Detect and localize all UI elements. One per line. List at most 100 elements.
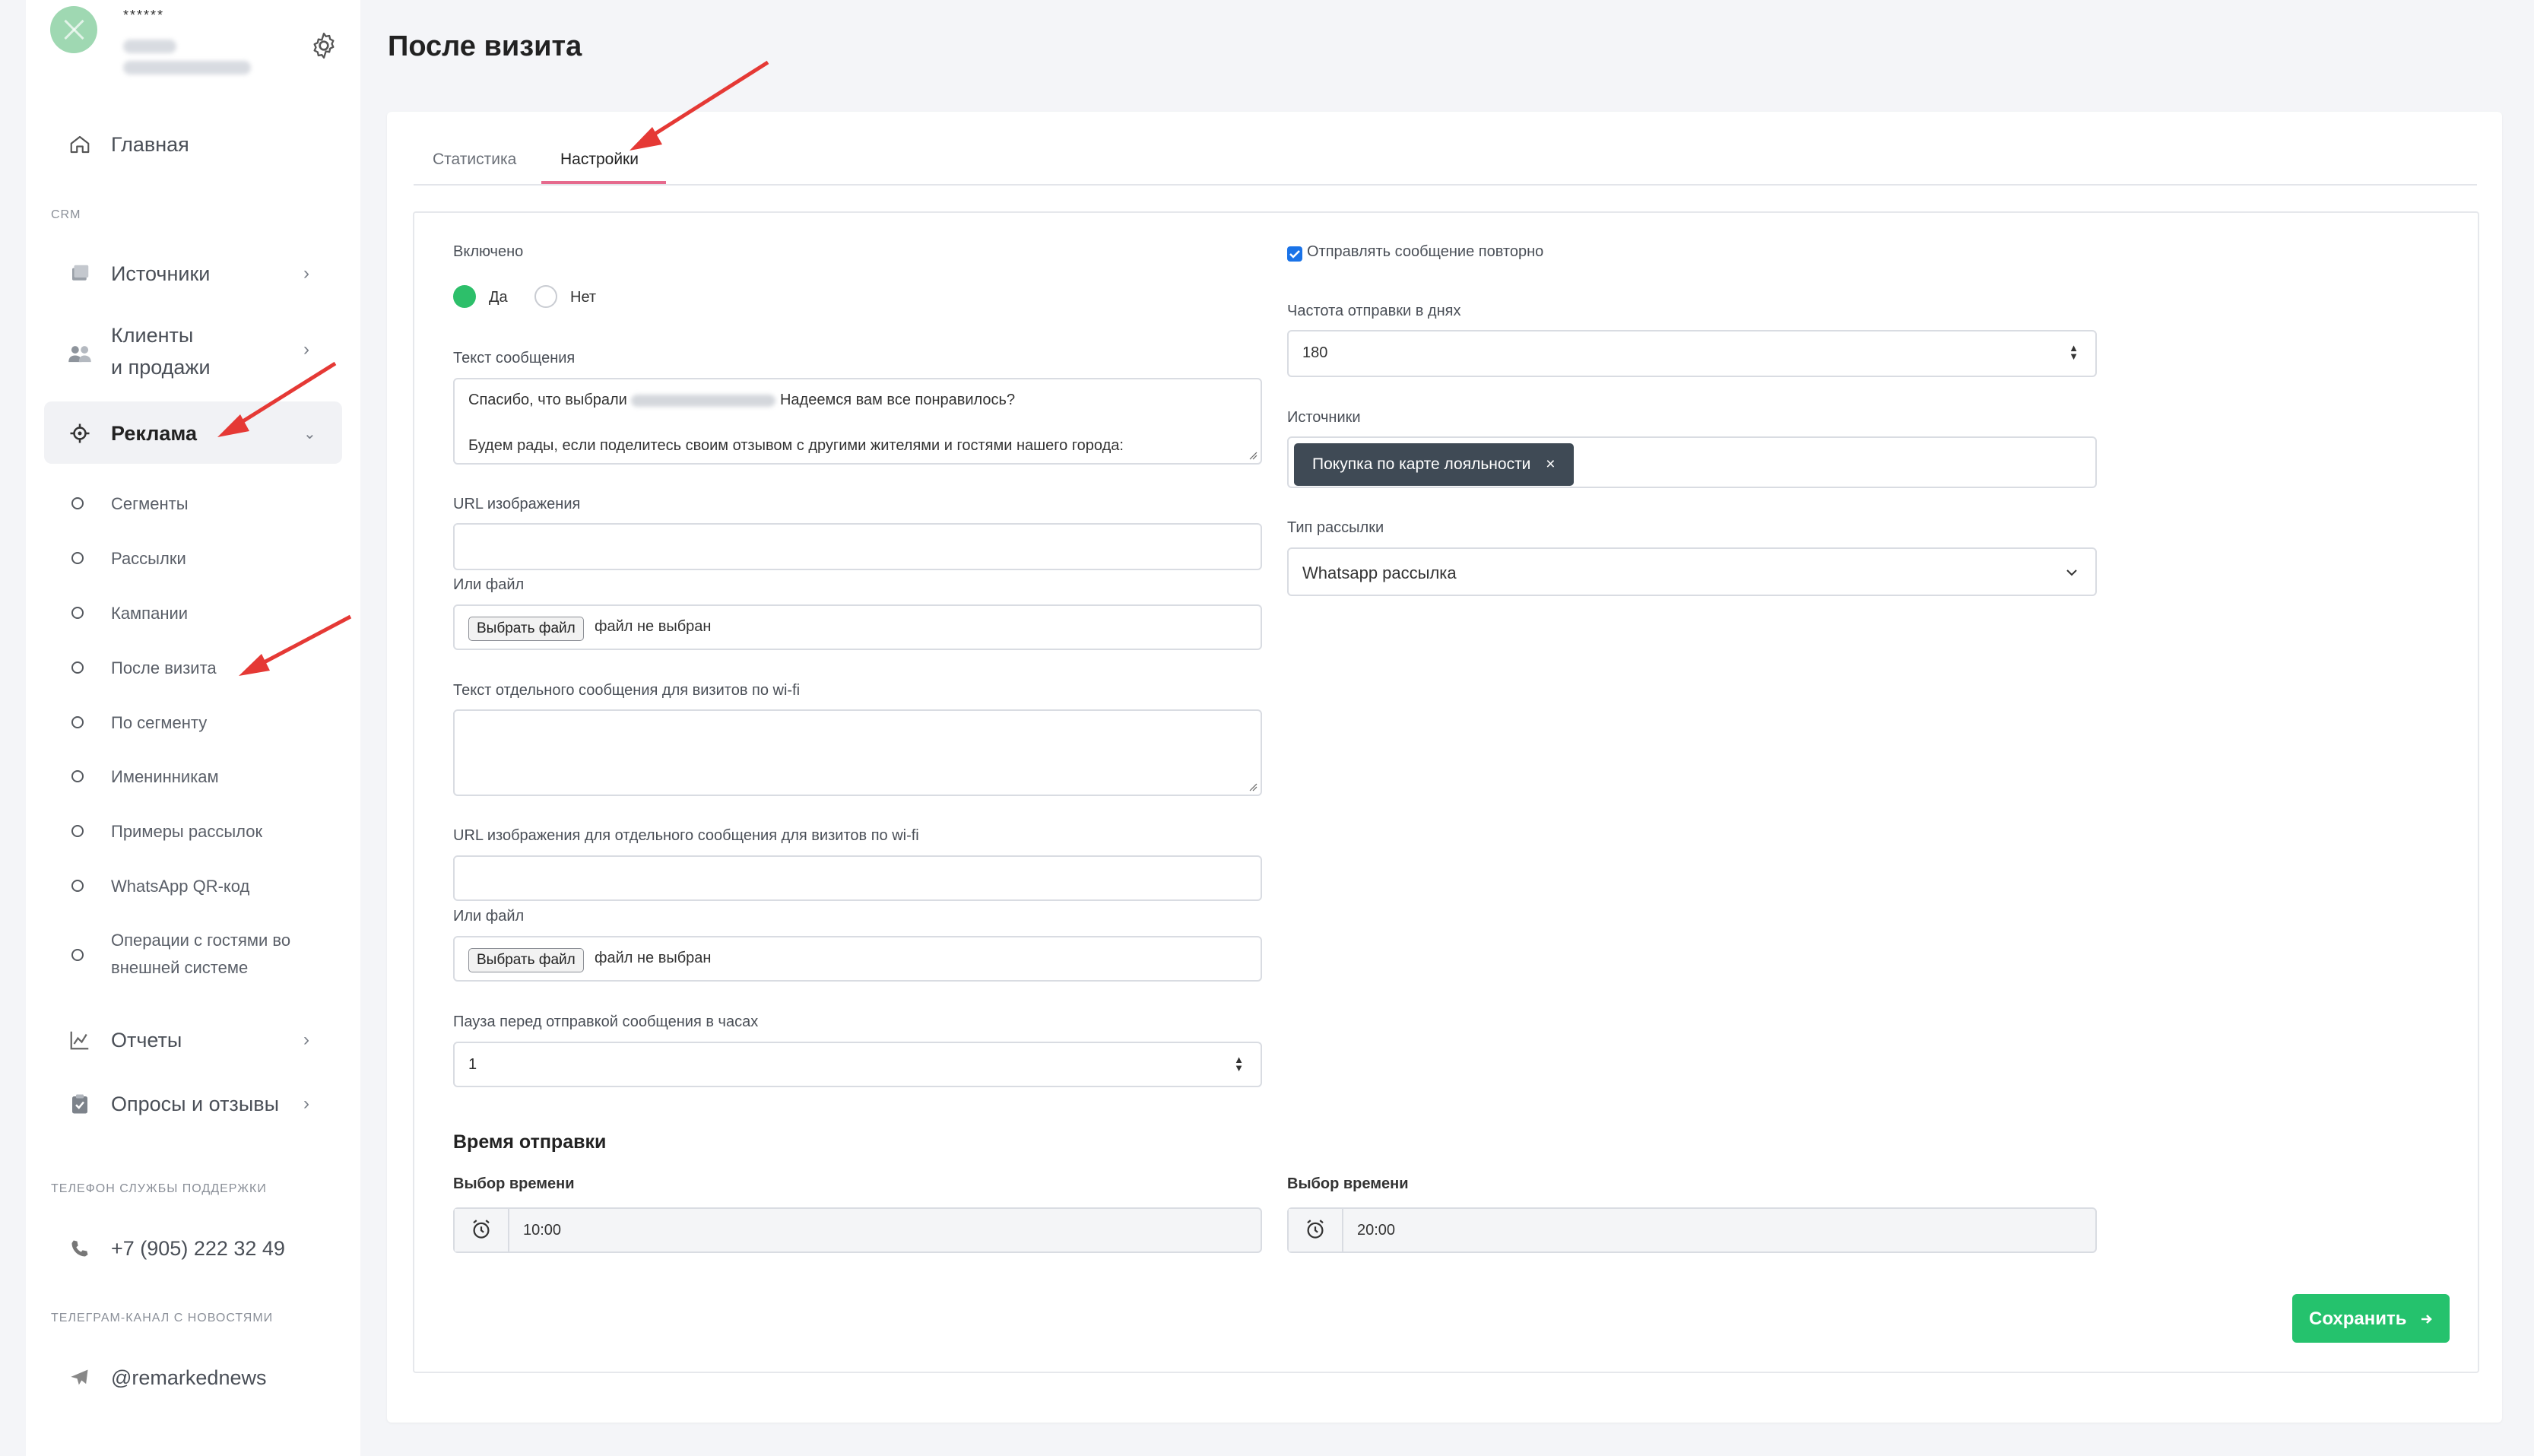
chevron-down-icon: ⌄ [303, 425, 316, 443]
save-button[interactable]: Сохранить [2292, 1294, 2450, 1343]
sub-item-whatsapp-qr[interactable]: WhatsApp QR-код [111, 877, 249, 896]
time-to-input[interactable]: 20:00 [1287, 1207, 2097, 1253]
wifi-or-file-label: Или файл [453, 908, 525, 925]
tab-settings[interactable]: Настройки [560, 151, 639, 169]
bullet-icon [71, 661, 84, 674]
telegram-link[interactable]: @remarkednews [26, 1362, 345, 1393]
clipboard-icon [67, 1091, 93, 1117]
blurred-name [631, 394, 776, 407]
time-to-label: Выбор времени [1287, 1175, 1409, 1192]
choose-file-button[interactable]: Выбрать файл [468, 948, 584, 972]
nav-clients[interactable]: Клиенты и продажи › [26, 321, 345, 386]
nav-surveys-label: Опросы и отзывы [111, 1092, 279, 1115]
frequency-input[interactable]: 180 ▲ ▼ [1287, 330, 2097, 377]
user-name: ****** [123, 8, 165, 23]
sub-item-mailing-examples[interactable]: Примеры рассылок [111, 822, 262, 842]
section-label-support: ТЕЛЕФОН СЛУЖБЫ ПОДДЕРЖКИ [51, 1182, 267, 1195]
sidebar: ****** Главная CRM Источники › Клиенты и… [26, 0, 360, 1456]
message-textarea[interactable]: Спасибо, что выбрали Надеемся вам все по… [453, 378, 1262, 465]
bullet-icon [71, 949, 84, 961]
resend-checkbox[interactable] [1287, 246, 1302, 262]
bullet-icon [71, 825, 84, 837]
message-line-1b: Надеемся вам все понравилось? [779, 392, 1016, 408]
user-detail-blurred [123, 61, 251, 75]
resize-handle-icon[interactable] [1248, 451, 1257, 460]
mailing-type-value: Whatsapp рассылка [1302, 563, 1457, 582]
home-icon [67, 132, 93, 157]
chevron-right-icon: › [303, 1029, 309, 1050]
time-to-value: 20:00 [1357, 1222, 1396, 1239]
no-file-text: файл не выбран [595, 950, 712, 966]
nav-ads[interactable]: Реклама ⌄ [26, 418, 345, 449]
sub-item-after-visit[interactable]: После визита [111, 658, 217, 678]
support-phone[interactable]: +7 (905) 222 32 49 [26, 1233, 345, 1264]
time-from-addon [455, 1209, 509, 1251]
sub-item-guest-ops-1[interactable]: Операции с гостями во [111, 931, 290, 950]
resize-handle-icon[interactable] [1248, 782, 1257, 791]
nav-reports-label: Отчеты [111, 1028, 182, 1052]
sub-item-mailings[interactable]: Рассылки [111, 549, 186, 569]
time-from-label: Выбор времени [453, 1175, 575, 1192]
enabled-label: Включено [453, 243, 524, 260]
send-time-heading: Время отправки [453, 1131, 607, 1153]
radio-no-label: Нет [570, 289, 597, 306]
time-to-addon [1289, 1209, 1343, 1251]
user-detail-blurred [123, 40, 176, 53]
sources-label: Источники [1287, 409, 1361, 426]
telegram-handle-text: @remarkednews [111, 1366, 267, 1389]
nav-sources[interactable]: Источники › [26, 259, 345, 289]
avatar[interactable] [50, 6, 97, 53]
checkmark-icon [1289, 250, 1300, 259]
bullet-icon [71, 716, 84, 728]
nav-ads-label: Реклама [111, 421, 197, 445]
target-icon [67, 420, 93, 446]
bullet-icon [71, 497, 84, 509]
pause-label: Пауза перед отправкой сообщения в часах [453, 1013, 759, 1030]
choose-file-button[interactable]: Выбрать файл [468, 617, 584, 641]
wifi-message-textarea[interactable] [453, 709, 1262, 796]
alarm-clock-icon [1307, 1220, 1324, 1239]
bullet-icon [71, 607, 84, 619]
nav-clients-label-1: Клиенты [111, 324, 194, 347]
section-label-crm: CRM [51, 208, 81, 221]
image-url-input[interactable] [453, 523, 1262, 570]
nav-sources-label: Источники [111, 262, 211, 285]
pause-hours-value: 1 [468, 1056, 477, 1073]
nav-surveys[interactable]: Опросы и отзывы › [26, 1089, 345, 1119]
radio-enabled-yes[interactable] [453, 285, 476, 308]
time-from-input[interactable]: 10:00 [453, 1207, 1262, 1253]
sub-item-by-segment[interactable]: По сегменту [111, 713, 207, 733]
arrow-right-icon [2421, 1315, 2432, 1324]
bullet-icon [71, 552, 84, 564]
phone-icon [67, 1236, 93, 1261]
mailing-type-select[interactable]: Whatsapp рассылка [1287, 547, 2097, 596]
nav-home-label: Главная [111, 132, 189, 156]
image-file-input[interactable]: Выбрать файл файл не выбран [453, 604, 1262, 650]
no-file-text: файл не выбран [595, 618, 712, 635]
wifi-image-file-input[interactable]: Выбрать файл файл не выбран [453, 936, 1262, 982]
radio-enabled-no[interactable] [534, 285, 557, 308]
page-title: После визита [388, 30, 582, 62]
tag-remove-icon[interactable]: × [1546, 455, 1555, 473]
pause-hours-input[interactable]: 1 ▲ ▼ [453, 1042, 1262, 1087]
users-icon [67, 341, 93, 366]
active-tab-indicator [541, 181, 666, 184]
spinner-icon[interactable]: ▲ ▼ [2069, 343, 2079, 361]
sub-item-segments[interactable]: Сегменты [111, 494, 189, 514]
image-url-label: URL изображения [453, 496, 581, 512]
frequency-label: Частота отправки в днях [1287, 303, 1461, 319]
tab-statistics[interactable]: Статистика [433, 151, 516, 169]
sub-item-campaigns[interactable]: Кампании [111, 604, 188, 623]
sources-icon [67, 261, 93, 287]
nav-home[interactable]: Главная [26, 129, 345, 160]
sub-item-guest-ops-2[interactable]: внешней системе [111, 958, 248, 978]
save-button-label: Сохранить [2309, 1308, 2407, 1329]
wifi-image-url-input[interactable] [453, 855, 1262, 901]
or-file-label: Или файл [453, 576, 525, 593]
nav-reports[interactable]: Отчеты › [26, 1025, 345, 1055]
sub-item-birthdays[interactable]: Именинникам [111, 767, 219, 787]
gear-icon[interactable] [309, 30, 339, 61]
mailing-type-label: Тип рассылки [1287, 519, 1384, 536]
message-line-1a: Спасибо, что выбрали [468, 392, 627, 408]
spinner-icon[interactable]: ▲ ▼ [1234, 1055, 1244, 1073]
